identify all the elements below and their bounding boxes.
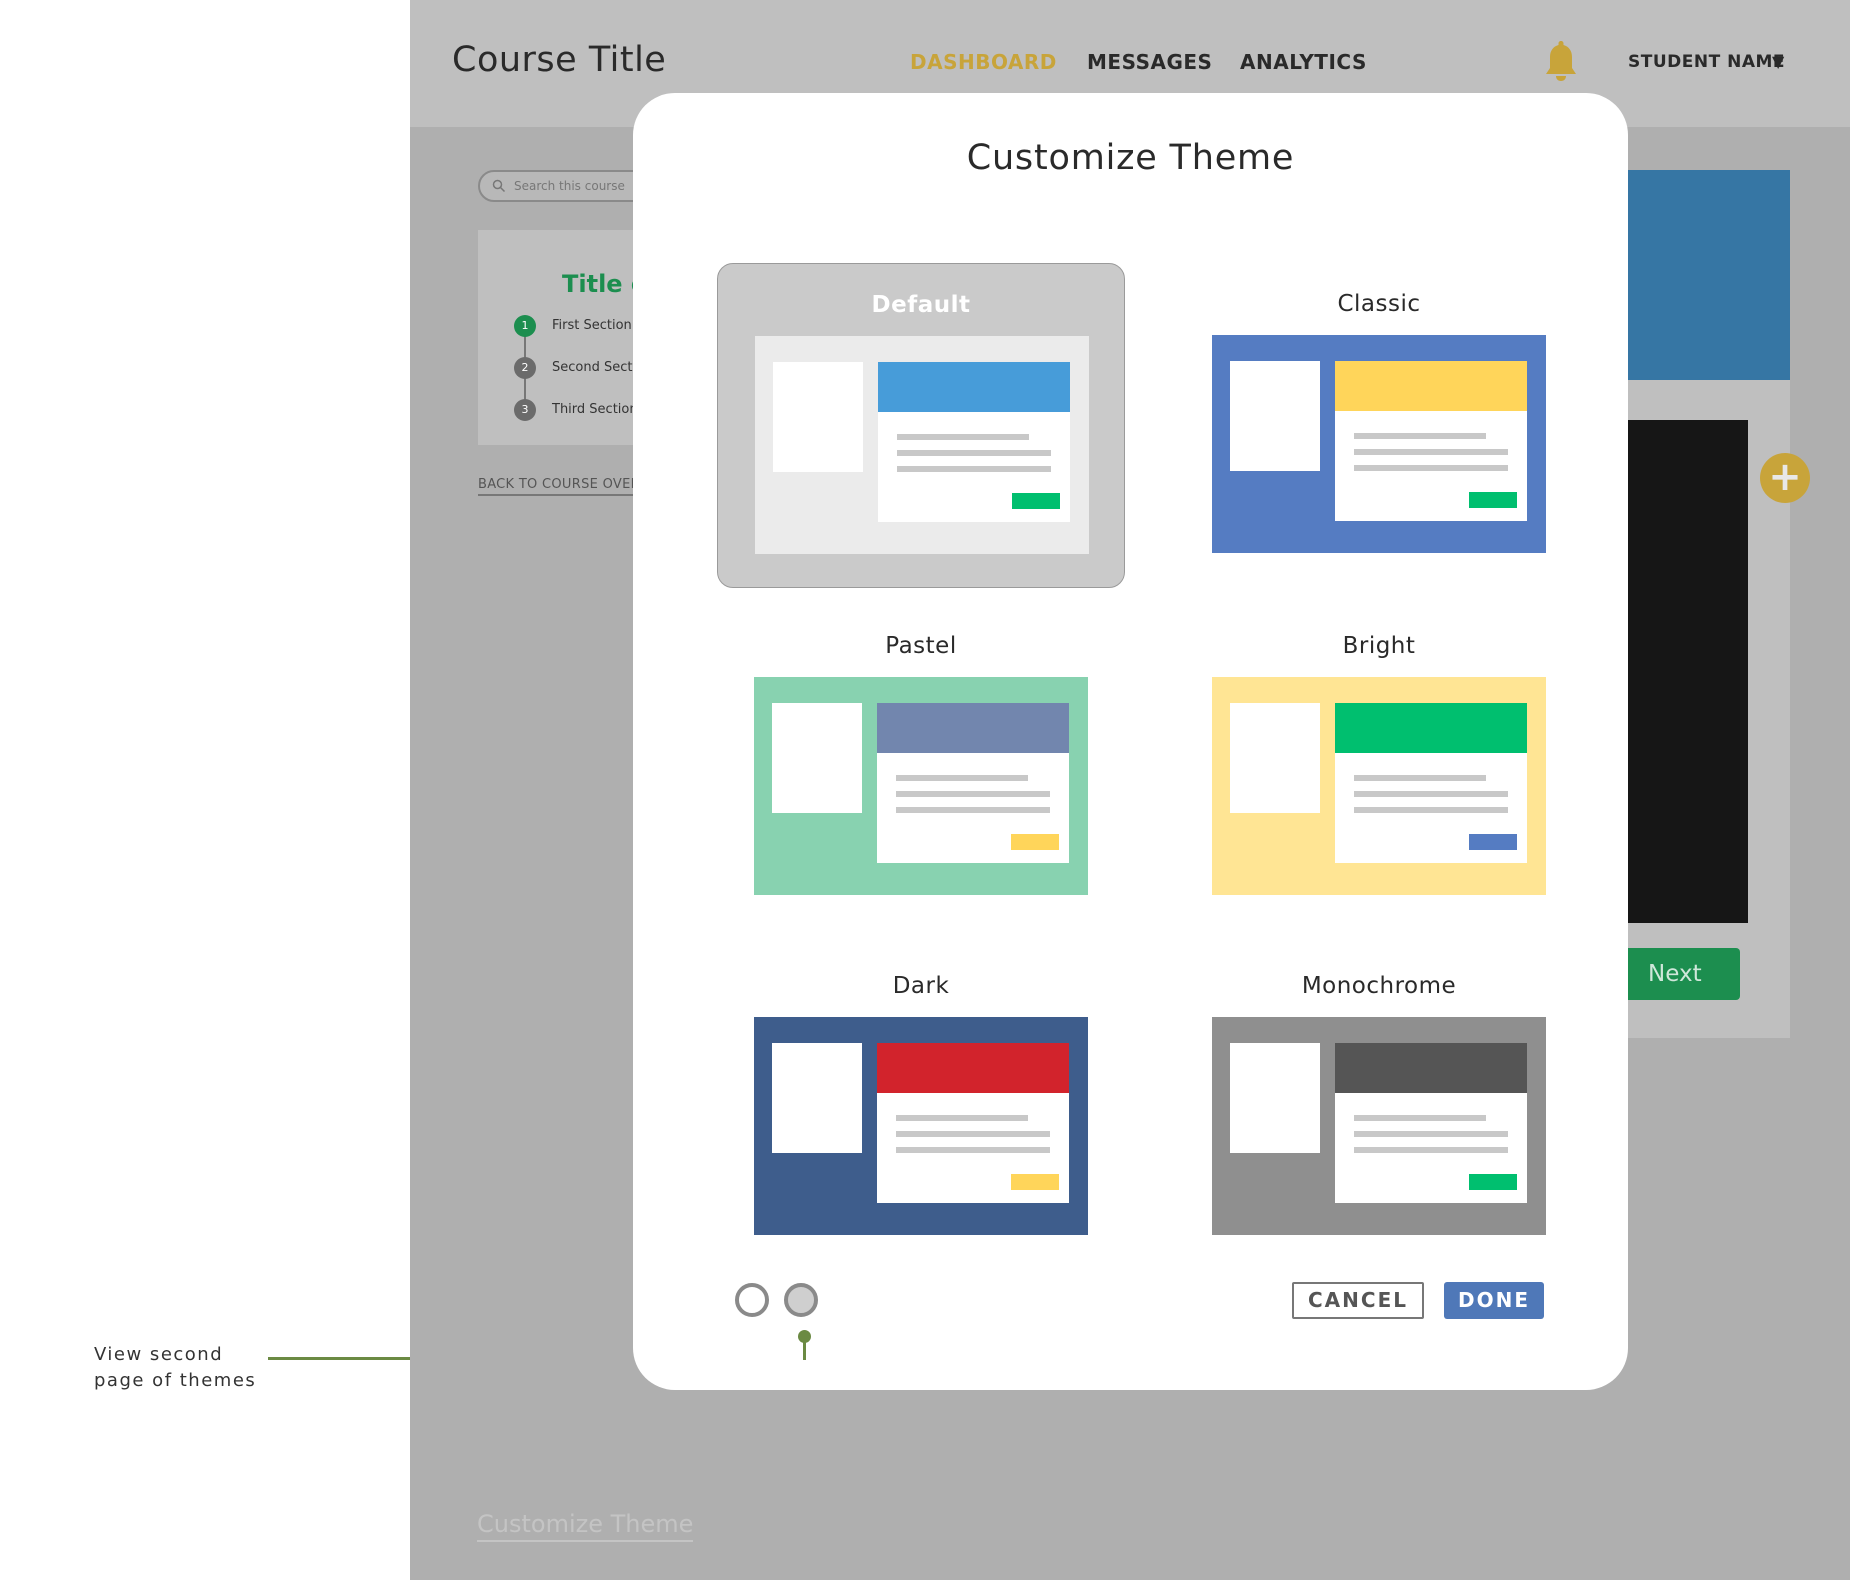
preview-text-line xyxy=(1354,791,1508,797)
student-name-menu[interactable]: STUDENT NAME xyxy=(1628,52,1785,72)
preview-button xyxy=(1012,493,1060,509)
preview-text-line xyxy=(897,466,1051,472)
customize-theme-link[interactable]: Customize Theme xyxy=(477,1510,694,1542)
preview-sidebar xyxy=(1230,361,1320,471)
modal-title: Customize Theme xyxy=(966,138,1295,178)
theme-option-dark[interactable]: Dark xyxy=(717,945,1125,1270)
preview-text-line xyxy=(896,1115,1028,1121)
chevron-down-icon[interactable]: ▼ xyxy=(1772,52,1784,71)
theme-preview xyxy=(1212,335,1546,553)
preview-text-line xyxy=(1354,449,1508,455)
preview-sidebar xyxy=(1230,703,1320,813)
theme-name: Default xyxy=(871,292,971,318)
step-label-2[interactable]: Second Sect xyxy=(552,360,632,375)
preview-button xyxy=(1011,1174,1059,1190)
theme-option-bright[interactable]: Bright xyxy=(1175,605,1583,930)
theme-preview xyxy=(754,1017,1088,1235)
step-label-3[interactable]: Third Section xyxy=(552,402,638,417)
preview-button xyxy=(1469,492,1517,508)
theme-preview xyxy=(755,336,1089,554)
preview-card xyxy=(1335,361,1527,521)
preview-header xyxy=(1335,361,1527,411)
back-to-course-overview-link[interactable]: BACK TO COURSE OVER xyxy=(478,477,640,496)
preview-card xyxy=(1335,1043,1527,1203)
search-icon xyxy=(492,179,506,193)
preview-button xyxy=(1011,834,1059,850)
cancel-button[interactable]: CANCEL xyxy=(1292,1282,1424,1319)
preview-text-line xyxy=(897,450,1051,456)
theme-name: Pastel xyxy=(885,633,957,659)
content-banner xyxy=(1618,170,1790,380)
theme-option-classic[interactable]: Classic xyxy=(1175,263,1583,588)
preview-text-line xyxy=(1354,433,1486,439)
preview-sidebar xyxy=(772,703,862,813)
preview-header xyxy=(1335,703,1527,753)
add-button[interactable]: + xyxy=(1760,453,1810,503)
preview-text-line xyxy=(1354,465,1508,471)
preview-button xyxy=(1469,1174,1517,1190)
preview-text-line xyxy=(1354,1131,1508,1137)
preview-text-line xyxy=(896,775,1028,781)
theme-name: Classic xyxy=(1337,291,1421,317)
step-label-1[interactable]: First Section xyxy=(552,318,632,333)
done-button[interactable]: DONE xyxy=(1444,1282,1544,1319)
course-title: Course Title xyxy=(452,40,667,80)
theme-name: Dark xyxy=(892,973,950,999)
preview-sidebar xyxy=(1230,1043,1320,1153)
preview-card xyxy=(878,362,1070,522)
annotation-dot xyxy=(798,1330,811,1343)
step-number-3[interactable]: 3 xyxy=(514,399,536,421)
annotation-line-1: View second xyxy=(94,1344,224,1365)
preview-text-line xyxy=(1354,807,1508,813)
theme-option-default[interactable]: Default xyxy=(717,263,1125,588)
bell-icon[interactable] xyxy=(1544,38,1578,84)
step-number-2[interactable]: 2 xyxy=(514,357,536,379)
preview-text-line xyxy=(1354,775,1486,781)
annotation-line-2: page of themes xyxy=(94,1370,257,1391)
search-placeholder: Search this course xyxy=(514,179,625,193)
video-area xyxy=(1618,420,1748,923)
theme-name: Monochrome xyxy=(1301,973,1457,999)
preview-header xyxy=(877,1043,1069,1093)
preview-header xyxy=(1335,1043,1527,1093)
preview-button xyxy=(1469,834,1517,850)
preview-text-line xyxy=(896,1147,1050,1153)
theme-name: Bright xyxy=(1342,633,1416,659)
annotation-note: View second page of themes xyxy=(94,1342,256,1394)
page-indicator-2[interactable] xyxy=(784,1283,818,1317)
nav-dashboard[interactable]: DASHBOARD xyxy=(910,50,1057,74)
preview-sidebar xyxy=(772,1043,862,1153)
preview-header xyxy=(878,362,1070,412)
preview-text-line xyxy=(1354,1115,1486,1121)
preview-text-line xyxy=(1354,1147,1508,1153)
step-number-1[interactable]: 1 xyxy=(514,315,536,337)
preview-card xyxy=(877,703,1069,863)
preview-header xyxy=(877,703,1069,753)
preview-text-line xyxy=(896,1131,1050,1137)
theme-preview xyxy=(754,677,1088,895)
theme-preview xyxy=(1212,1017,1546,1235)
theme-option-monochrome[interactable]: Monochrome xyxy=(1175,945,1583,1270)
preview-text-line xyxy=(897,434,1029,440)
preview-sidebar xyxy=(773,362,863,472)
nav-messages[interactable]: MESSAGES xyxy=(1087,50,1212,74)
preview-text-line xyxy=(896,791,1050,797)
preview-text-line xyxy=(896,807,1050,813)
next-button[interactable]: Next xyxy=(1610,948,1740,1000)
theme-preview xyxy=(1212,677,1546,895)
preview-card xyxy=(877,1043,1069,1203)
theme-option-pastel[interactable]: Pastel xyxy=(717,605,1125,930)
preview-card xyxy=(1335,703,1527,863)
customize-theme-modal: Customize Theme Default Classic Pastel Brig… xyxy=(633,93,1628,1390)
nav-analytics[interactable]: ANALYTICS xyxy=(1240,50,1367,74)
page-indicator-1[interactable] xyxy=(735,1283,769,1317)
